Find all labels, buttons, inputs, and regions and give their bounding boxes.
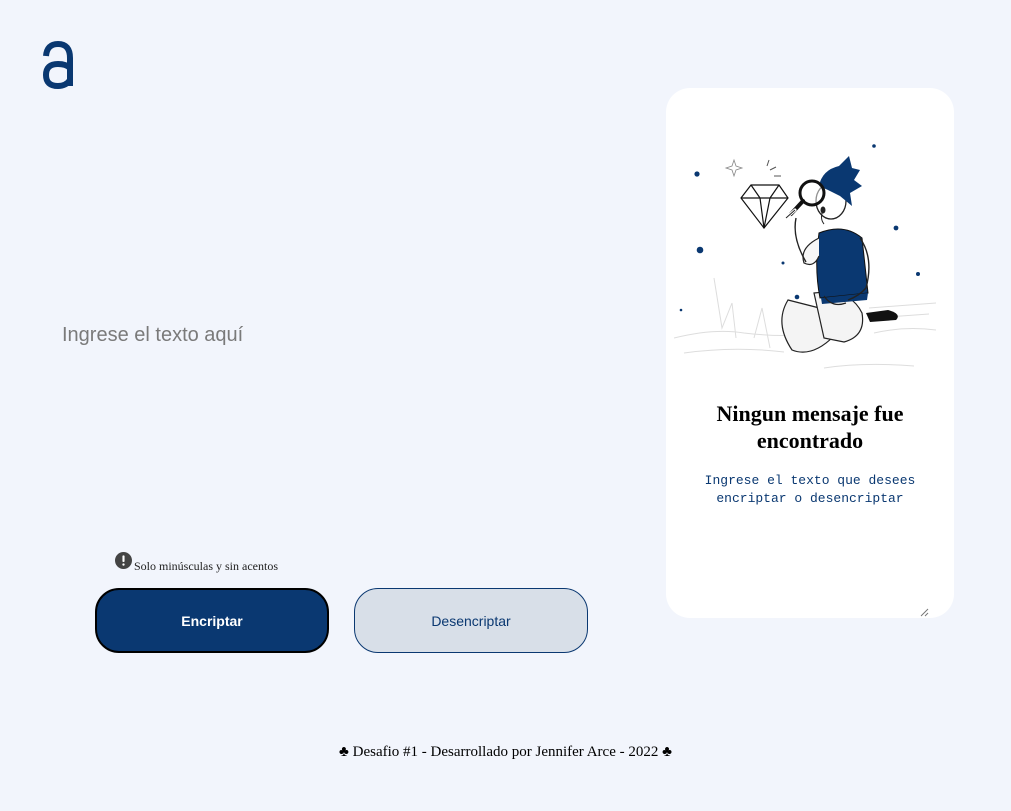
encrypt-button[interactable]: Encriptar: [95, 588, 329, 653]
text-input[interactable]: [62, 320, 582, 524]
footer-text: ♣ Desafio #1 - Desarrollado por Jennifer…: [339, 744, 672, 760]
resize-handle-icon[interactable]: [919, 607, 929, 617]
exclamation-circle-icon: [115, 552, 132, 569]
empty-state-subtitle: Ingrese el texto que desees encriptar o …: [704, 473, 916, 506]
output-panel[interactable]: Ningun mensaje fue encontrado Ingrese el…: [666, 88, 954, 618]
person-with-magnifying-glass-illustration: [674, 144, 937, 369]
hint: Solo minúsculas y sin acentos: [115, 552, 278, 573]
decrypt-button[interactable]: Desencriptar: [354, 588, 588, 653]
hint-text: Solo minúsculas y sin acentos: [134, 559, 278, 573]
alura-logo-icon: [42, 40, 73, 90]
empty-state-title: Ningun mensaje fue encontrado: [716, 401, 904, 453]
